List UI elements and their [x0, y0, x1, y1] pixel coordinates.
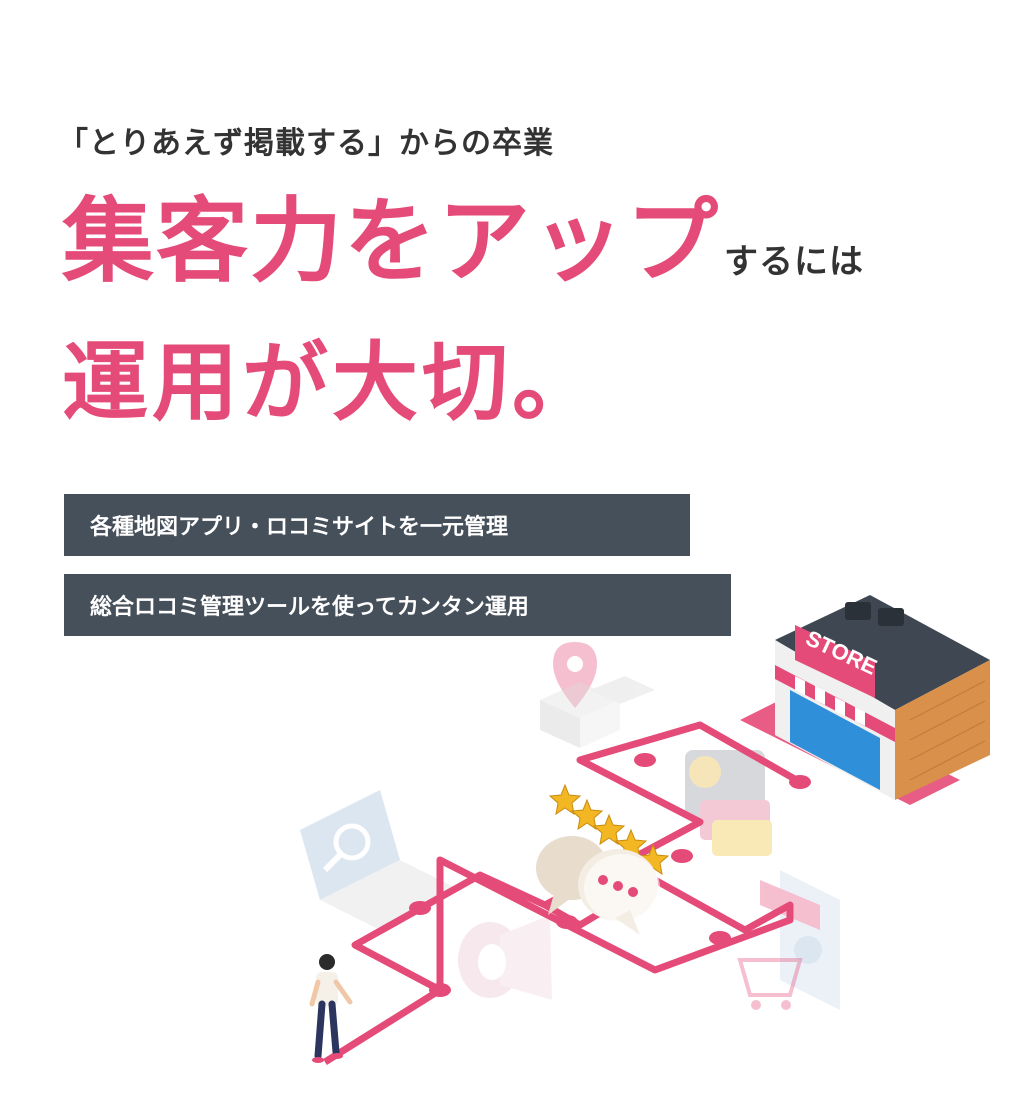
store-building: STORE — [775, 595, 990, 800]
megaphone-icon — [458, 915, 552, 1000]
package-boxes-icon — [540, 676, 655, 748]
laptop-search-icon — [300, 790, 460, 930]
journey-illustration: STORE — [300, 595, 990, 1065]
wallet-cards-icon — [685, 750, 772, 856]
smartphone-shop-icon — [760, 870, 840, 1010]
